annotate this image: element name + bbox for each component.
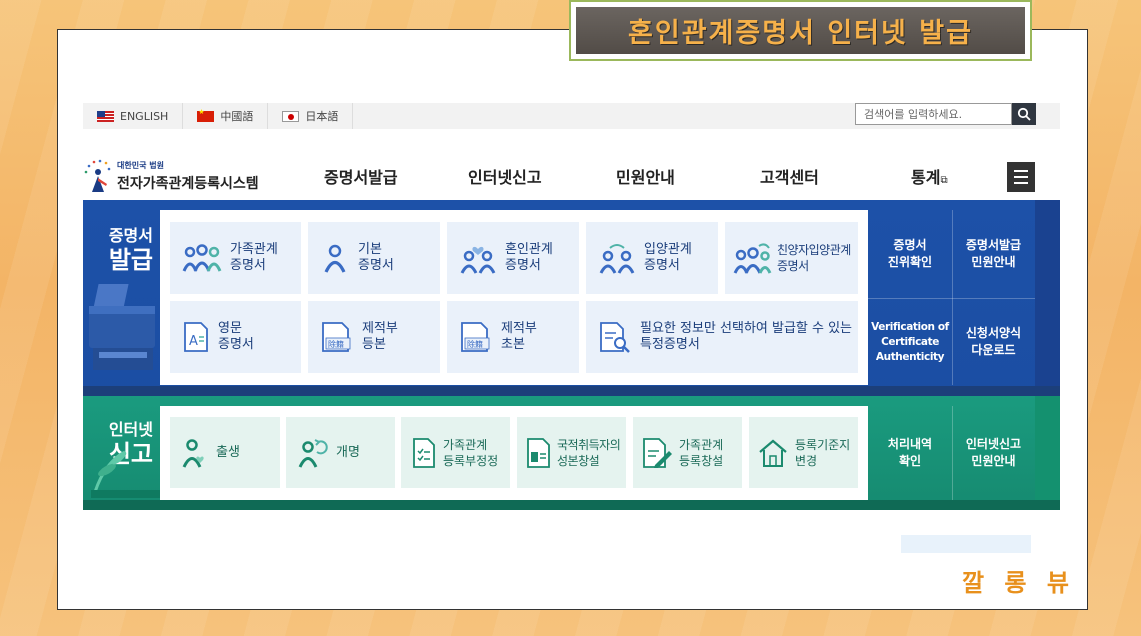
lang-english[interactable]: ENGLISH [83,103,184,129]
search-icon [1017,107,1031,121]
cert-verification-english-link[interactable]: Verification of Certificate Authenticity [868,299,952,385]
cert-verification-link[interactable]: 증명서 진위확인 [868,210,952,298]
court-logo-icon [84,159,111,192]
checklist-doc-icon [413,437,435,468]
certificate-section-title: 증명서 발급 [103,222,153,274]
nav-statistics-label: 통계 [911,168,941,187]
report-guide-link[interactable]: 인터넷신고 민원안내 [952,406,1035,500]
tile-label: 제적부 초본 [501,321,537,352]
tile-basic-cert[interactable]: 기본 증명서 [308,222,440,294]
removed-register-icon: 除籍 [461,322,490,352]
english-doc-icon: A [184,322,208,352]
tile-label: 입양관계 증명서 [644,242,692,273]
footer-placeholder [901,535,1031,553]
tile-family-relation-cert[interactable]: 가족관계 증명서 [170,222,301,294]
birth-icon [182,438,204,468]
tile-label: 가족관계 증명서 [230,242,278,273]
certificate-section: 증명서 발급 가족관계 증명서 기본 증명서 혼인관계 증명서 입양관계 증명서… [83,200,1060,396]
tile-name-change-report[interactable]: 개명 [286,417,395,488]
tile-birth-report[interactable]: 출생 [170,417,280,488]
utility-bar: ENGLISH 中國語 日本語 검색어를 입력하세요. [83,103,1060,129]
cert-issue-guide-link[interactable]: 증명서발급 민원안내 [952,210,1035,298]
nav-civil-guide[interactable]: 민원안내 [616,164,675,188]
nav-customer-center[interactable]: 고객센터 [760,164,819,188]
tile-naturalized-surname[interactable]: 국적취득자의 성본창설 [517,417,626,488]
family-icon [182,244,222,272]
processing-status-link[interactable]: 처리내역 확인 [868,406,952,500]
us-flag-icon [97,110,114,122]
tile-register-correction[interactable]: 가족관계 등록부정정 [401,417,510,488]
person-icon [324,244,346,273]
id-doc-icon [527,437,550,468]
title-line: 증명서 [108,226,153,245]
adoption-icon [599,244,635,274]
rename-icon [298,438,328,468]
lang-japanese[interactable]: 日本語 [268,103,354,129]
search-input[interactable]: 검색어를 입력하세요. [855,103,1012,125]
printer-illustration [89,284,155,370]
tile-removed-register-copy[interactable]: 除籍 제적부 등본 [308,301,440,373]
tile-label: 제적부 등본 [362,321,398,352]
title-banner: 혼인관계증명서 인터넷 발급 [569,0,1032,61]
search-button[interactable] [1012,103,1036,125]
jp-flag-icon [282,110,300,122]
lang-chinese[interactable]: 中國語 [183,103,269,129]
nav-certificate-issue[interactable]: 증명서발급 [324,164,398,188]
family-adoption-icon [733,243,772,274]
cn-flag-icon [197,108,215,122]
hamburger-line [1014,182,1028,184]
section-edge [1035,200,1060,386]
hamburger-line [1014,170,1028,172]
logo-title: 전자가족관계등록시스템 [117,175,259,192]
house-icon [759,439,787,467]
edit-doc-icon [643,437,672,468]
tile-label: 친양자입양관계 증명서 [777,243,851,273]
section-edge [1035,396,1060,500]
menu-button[interactable] [1007,162,1035,192]
doc-letter: A [189,334,198,349]
tile-label: 가족관계 등록부정정 [443,437,499,468]
tile-label: 개명 [336,444,360,460]
main-nav: 대한민국 법원 전자가족관계등록시스템 증명서발급 인터넷신고 민원안내 고객센… [83,150,1060,202]
tile-label: 등록기준지 변경 [795,437,851,468]
tile-full-adoption-cert[interactable]: 친양자입양관계 증명서 [725,222,858,294]
lang-label: 日本語 [305,110,339,123]
title-line: 발급 [108,246,153,274]
removed-register-icon: 除籍 [322,322,351,352]
tile-label: 혼인관계 증명서 [505,242,553,273]
tile-label: 가족관계 등록창설 [679,437,724,468]
hamburger-line [1014,176,1028,178]
couple-heart-icon [460,246,496,274]
nav-internet-report[interactable]: 인터넷신고 [468,164,542,188]
tile-marriage-cert[interactable]: 혼인관계 증명서 [447,222,579,294]
external-link-icon: ⧉ [940,175,948,186]
banner-title: 혼인관계증명서 인터넷 발급 [576,7,1025,54]
search-doc-icon [600,322,630,353]
lang-label: ENGLISH [120,109,169,123]
tile-base-address-change[interactable]: 등록기준지 변경 [749,417,858,488]
tile-label: 출생 [216,444,240,460]
plant-illustration [91,450,161,498]
tile-register-creation[interactable]: 가족관계 등록창설 [633,417,742,488]
tile-label: 기본 증명서 [358,242,394,273]
tile-specific-cert[interactable]: 필요한 정보만 선택하여 발급할 수 있는 특정증명서 [586,301,858,373]
tile-adoption-cert[interactable]: 입양관계 증명서 [586,222,718,294]
tile-removed-register-extract[interactable]: 除籍 제적부 초본 [447,301,579,373]
watermark: 깔 롱 뷰 [962,568,1075,597]
lang-label: 中國語 [220,110,254,123]
tile-label: 국적취득자의 성본창설 [557,437,621,468]
logo-subtitle: 대한민국 법원 [117,160,164,170]
removed-register-tag: 除籍 [328,339,344,349]
form-download-link[interactable]: 신청서양식 다운로드 [952,299,1035,385]
tile-label: 영문 증명서 [218,321,254,352]
tile-english-cert[interactable]: A 영문 증명서 [170,301,301,373]
removed-register-tag: 除籍 [467,339,483,349]
site-logo[interactable]: 대한민국 법원 전자가족관계등록시스템 [83,158,313,194]
report-section: 인터넷 신고 출생 개명 가족관계 등록부정정 국적취득자의 성본창설 가족관계… [83,396,1060,510]
tile-label: 필요한 정보만 선택하여 발급할 수 있는 특정증명서 [640,321,853,352]
nav-statistics[interactable]: 통계⧉ [911,164,948,188]
